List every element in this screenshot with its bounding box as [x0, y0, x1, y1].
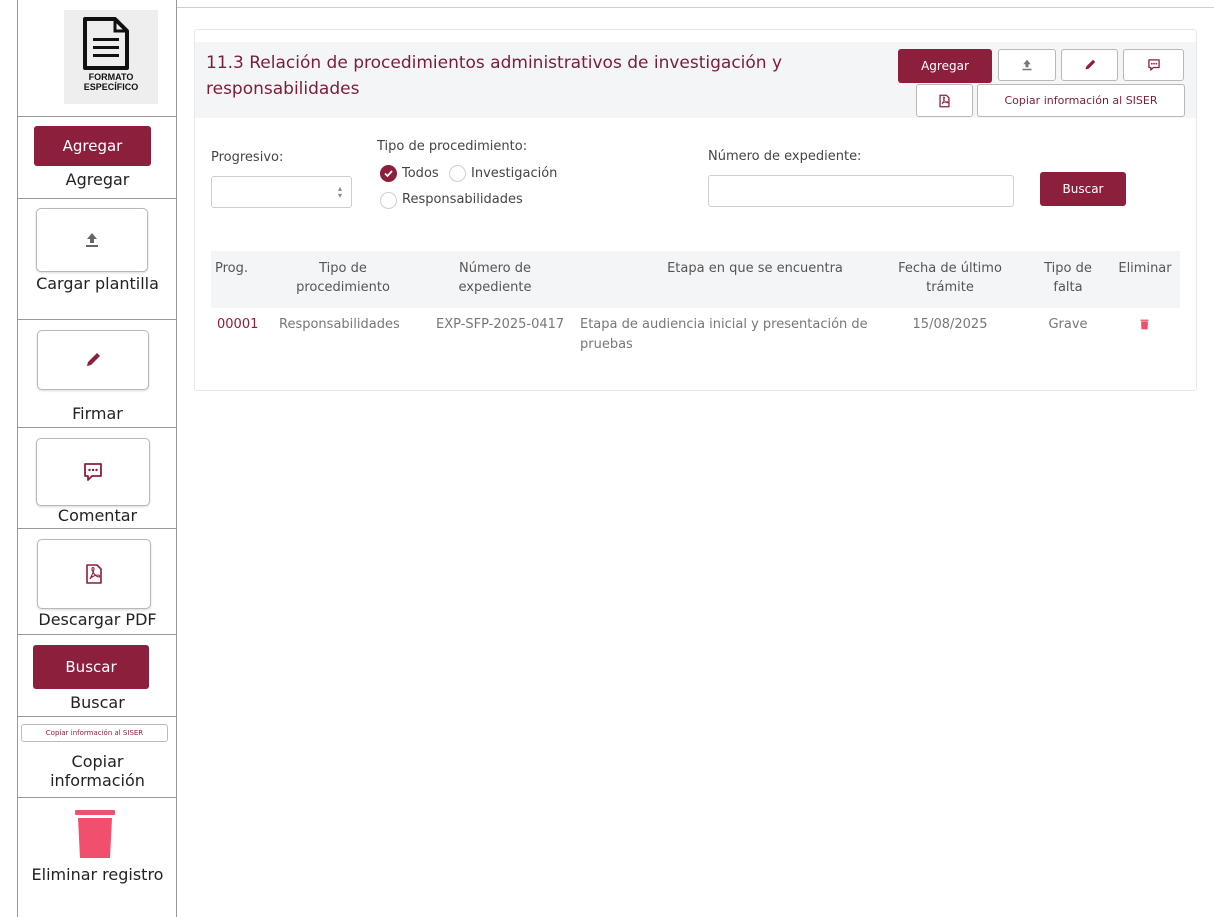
legend-buscar-button: Buscar — [33, 645, 149, 689]
legend-copiar-button: Copiar información al SISER — [21, 724, 168, 742]
progresivo-label: Progresivo: — [211, 150, 284, 165]
expediente-input[interactable] — [708, 175, 1014, 207]
legend-label: Buscar — [70, 693, 125, 712]
add-button[interactable]: Agregar — [898, 49, 992, 83]
col-header-tipo: Tipo de procedimiento — [296, 261, 390, 295]
legend-label: Comentar — [57, 506, 138, 525]
legend-label: Descargar PDF — [38, 610, 157, 629]
legend-pdf-button — [37, 539, 151, 609]
comment-icon — [84, 463, 102, 481]
radio-responsabilidades-label: Responsabilidades — [402, 192, 523, 207]
cell-fecha: 15/08/2025 — [912, 317, 988, 332]
legend-sign-button — [37, 330, 149, 390]
pen-icon — [87, 353, 100, 366]
trash-icon — [75, 810, 115, 858]
col-header-eliminar: Eliminar — [1118, 261, 1172, 276]
progresivo-input[interactable]: ▴ ▾ — [211, 176, 352, 208]
upload-icon — [86, 233, 98, 247]
main-panel: 11.3 Relación de procedimientos administ… — [194, 29, 1197, 391]
page-title: 11.3 Relación de procedimientos administ… — [206, 53, 783, 99]
comment-button[interactable] — [1123, 49, 1184, 81]
legend-label: Cargar plantilla — [36, 274, 159, 293]
sign-button[interactable] — [1061, 49, 1118, 81]
trash-icon[interactable] — [1140, 319, 1149, 330]
col-header-falta: Tipo de falta — [1044, 261, 1092, 295]
pen-icon — [1085, 59, 1095, 70]
col-header-expediente: Número de expediente — [458, 261, 532, 295]
format-logo-text: FORMATO ESPECÍFICO — [83, 72, 139, 92]
pdf-icon — [939, 94, 950, 107]
upload-button[interactable] — [998, 49, 1056, 81]
legend-agregar-button: Agregar — [34, 126, 151, 166]
legend-comment-button — [36, 438, 150, 506]
legend-cell-buscar: Buscar Buscar — [18, 635, 177, 717]
format-logo: FORMATO ESPECÍFICO — [64, 10, 158, 104]
cell-prog[interactable]: 00001 — [217, 315, 258, 335]
upload-icon — [1022, 59, 1032, 71]
legend-cell-format: FORMATO ESPECÍFICO — [18, 0, 177, 117]
legend-cell-cargar: Cargar plantilla — [18, 199, 177, 320]
pdf-icon — [86, 564, 102, 584]
spinner-icon[interactable]: ▴ ▾ — [338, 185, 342, 200]
copy-siser-button[interactable]: Copiar información al SISER — [977, 84, 1185, 117]
legend-cell-comentar: Comentar — [18, 428, 177, 529]
legend-label: Firmar — [72, 404, 123, 423]
pdf-button[interactable] — [916, 84, 973, 117]
legend-cell-agregar: Agregar Agregar — [18, 117, 177, 199]
radio-todos[interactable] — [380, 165, 397, 182]
comment-icon — [1147, 59, 1160, 71]
radio-investigacion[interactable] — [449, 165, 466, 182]
expediente-label: Número de expediente: — [708, 149, 862, 164]
top-divider — [177, 7, 1214, 8]
legend-label: Copiar información — [50, 752, 145, 790]
search-button[interactable]: Buscar — [1040, 172, 1126, 206]
cell-expediente: EXP-SFP-2025-0417 — [436, 317, 565, 332]
cell-tipo: Responsabilidades — [279, 317, 400, 332]
legend-cell-copiar: Copiar información al SISER Copiar infor… — [18, 717, 177, 798]
legend-label: Agregar — [65, 170, 130, 189]
radio-todos-label: Todos — [402, 166, 439, 181]
col-header-prog: Prog. — [215, 261, 249, 276]
radio-responsabilidades[interactable] — [380, 192, 397, 209]
legend-cell-eliminar: Eliminar registro — [18, 798, 177, 917]
tipo-procedimiento-label: Tipo de procedimiento: — [377, 139, 528, 154]
cell-falta: Grave — [1048, 317, 1088, 332]
col-header-fecha: Fecha de último trámite — [898, 261, 1002, 295]
legend-label: Eliminar registro — [31, 865, 164, 884]
col-header-etapa: Etapa en que se encuentra — [667, 261, 843, 276]
panel-header: 11.3 Relación de procedimientos administ… — [195, 42, 1196, 118]
legend-sidebar: FORMATO ESPECÍFICO Agregar Agregar Carga… — [17, 0, 177, 917]
check-icon — [384, 170, 393, 178]
legend-cell-firmar: Firmar — [18, 320, 177, 428]
cell-etapa: Etapa de audiencia inicial y presentació… — [580, 317, 868, 352]
document-icon — [83, 17, 129, 70]
radio-investigacion-label: Investigación — [471, 166, 558, 181]
legend-cell-pdf: Descargar PDF — [18, 529, 177, 635]
legend-upload-button — [36, 208, 148, 272]
